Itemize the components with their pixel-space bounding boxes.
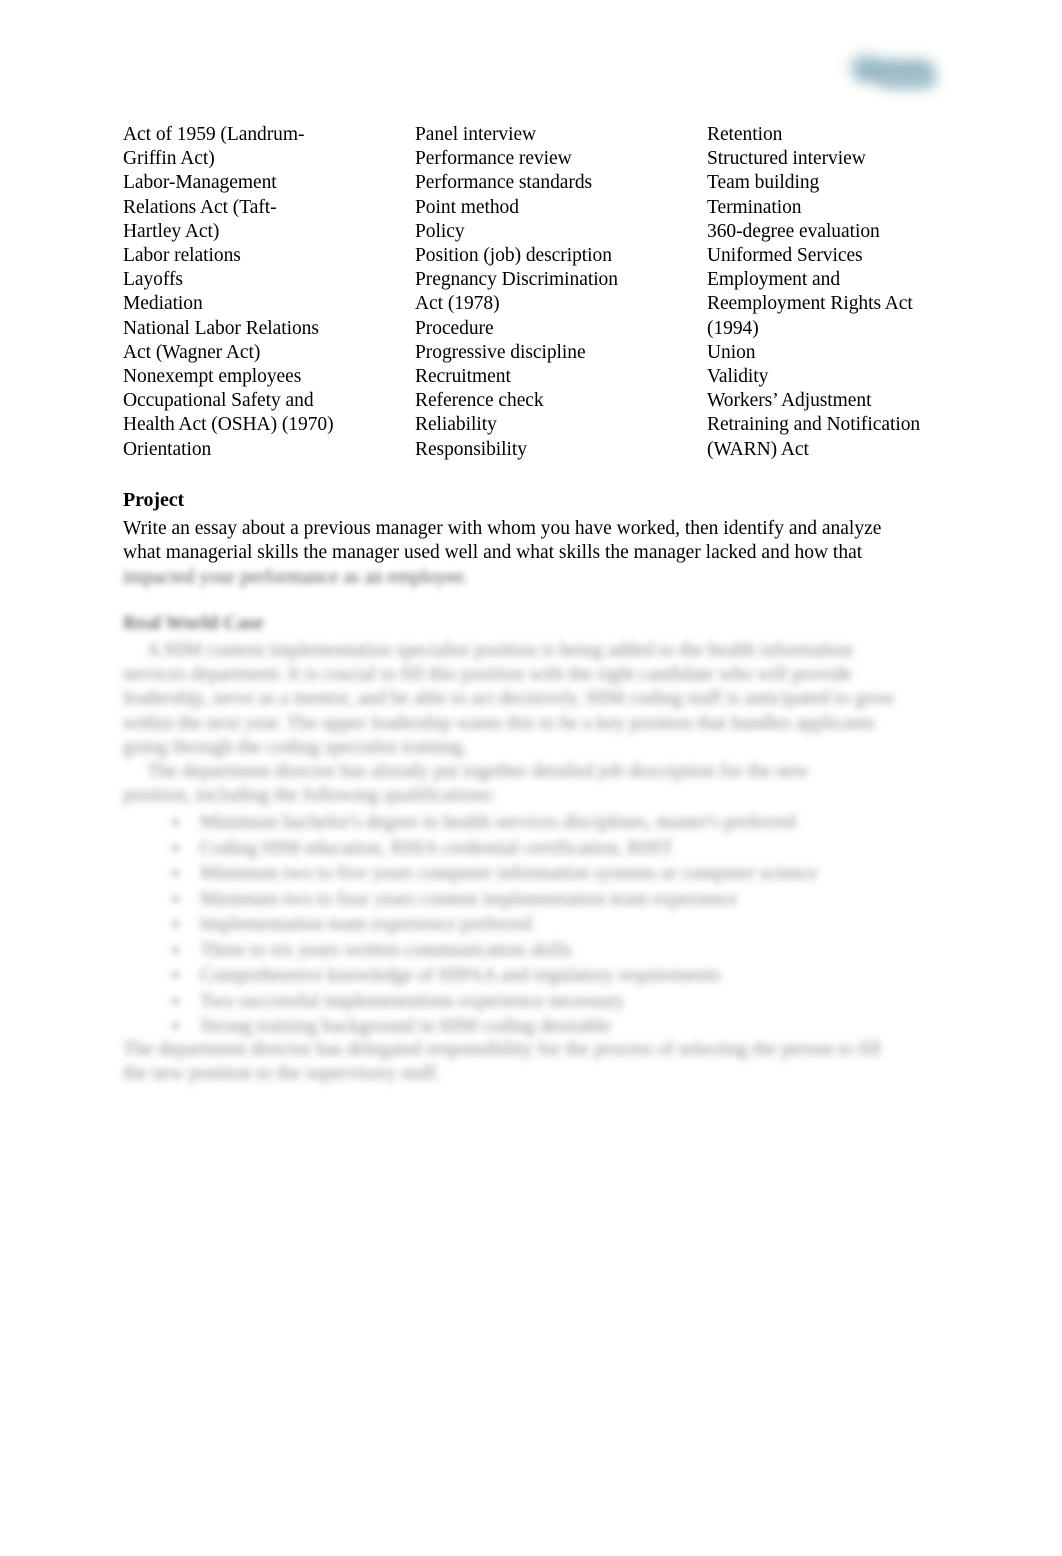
glossary-column-2: Panel interview Performance review Perfo… bbox=[415, 123, 707, 462]
bullet-icon: ▪ bbox=[172, 888, 179, 910]
list-item-label: Two successful implementations experienc… bbox=[200, 990, 625, 1012]
glossary-term: Reemployment Rights Act bbox=[707, 293, 913, 315]
glossary-term: Procedure bbox=[415, 317, 494, 339]
list-item-label: Three to six years written communication… bbox=[200, 939, 572, 961]
bullet-icon: ▪ bbox=[172, 990, 179, 1012]
list-item: ▪ Minimum two to five years computer info… bbox=[148, 861, 948, 887]
list-item: ▪ Coding HIM education, RHIA credential c… bbox=[148, 836, 948, 862]
glossary-term: Progressive discipline bbox=[415, 341, 586, 363]
glossary-term: Griffin Act) bbox=[123, 148, 215, 170]
list-item: ▪ Comprehensive knowledge of HIPAA and re… bbox=[148, 963, 948, 989]
glossary-term: Nonexempt employees bbox=[123, 366, 302, 388]
glossary-term: Validity bbox=[707, 366, 769, 388]
bullet-icon: ▪ bbox=[172, 863, 179, 884]
project-body-line: Write an essay about a previous manager … bbox=[123, 518, 882, 539]
glossary-term: Point method bbox=[415, 196, 519, 218]
glossary-term: Position (job) description bbox=[415, 245, 612, 267]
glossary-term: Mediation bbox=[123, 293, 203, 315]
glossary-term: Hartley Act) bbox=[123, 220, 220, 242]
glossary-term-list: Act of 1959 (Landrum- Griffin Act) Labor… bbox=[123, 123, 953, 462]
glossary-term: Recruitment bbox=[415, 366, 511, 388]
glossary-term: Labor relations bbox=[123, 245, 241, 267]
list-item: ▪ Minimum two to four years content imple… bbox=[148, 887, 948, 913]
project-body-line: what managerial skills the manager used … bbox=[123, 542, 863, 564]
bullet-icon: ▪ bbox=[172, 939, 179, 961]
glossary-term: Union bbox=[707, 341, 756, 363]
case-closing-paragraph: The department director has delegated re… bbox=[123, 1038, 943, 1086]
publisher-logo-watermark bbox=[848, 52, 946, 96]
glossary-term: Performance standards bbox=[415, 172, 593, 194]
bullet-icon: ▪ bbox=[172, 837, 179, 859]
case-paragraph-line: going through the coding specialist trai… bbox=[123, 736, 468, 758]
project-body-line-redacted: impacted your performance as an employee… bbox=[123, 567, 469, 588]
case-paragraph-line: services department. It is crucial to fi… bbox=[123, 664, 852, 686]
glossary-column-1: Act of 1959 (Landrum- Griffin Act) Labor… bbox=[123, 123, 415, 462]
glossary-term: (1994) bbox=[707, 317, 759, 339]
glossary-term: National Labor Relations bbox=[123, 317, 319, 339]
glossary-term: Layoffs bbox=[123, 269, 183, 291]
case-paragraph-line: position, including the following qualif… bbox=[123, 785, 496, 807]
project-heading: Project bbox=[123, 489, 185, 511]
list-item-label: Implementation team experience preferred bbox=[200, 914, 532, 935]
glossary-term: Policy bbox=[415, 220, 465, 242]
glossary-term: Act (Wagner Act) bbox=[123, 341, 261, 363]
case-paragraph-line: the new position to the supervisory staf… bbox=[123, 1063, 441, 1085]
glossary-term: Health Act (OSHA) (1970) bbox=[123, 414, 334, 436]
glossary-term: Act (1978) bbox=[415, 293, 500, 315]
case-paragraph-2: The department director has already put … bbox=[123, 760, 943, 808]
glossary-column-3: Retention Structured interview Team buil… bbox=[707, 123, 953, 462]
case-paragraph-line: within the next year. The upper leadersh… bbox=[123, 712, 875, 734]
list-item: ▪ Minimum bachelor's degree in health ser… bbox=[148, 810, 948, 836]
bullet-icon: ▪ bbox=[172, 914, 179, 935]
glossary-term: Retention bbox=[707, 124, 783, 145]
list-item-label: Coding HIM education, RHIA credential ce… bbox=[200, 837, 674, 859]
list-item-label: Strong training background in HIM coding… bbox=[200, 1016, 611, 1037]
glossary-term: Performance review bbox=[415, 148, 572, 170]
glossary-term: Pregnancy Discrimination bbox=[415, 269, 618, 291]
logo-shape-main bbox=[854, 60, 934, 82]
list-item: ▪ Strong training background in HIM codin… bbox=[148, 1014, 948, 1040]
bullet-icon: ▪ bbox=[172, 812, 179, 833]
glossary-term: Retraining and Notification bbox=[707, 414, 921, 436]
case-paragraph-1: A HIM content implementation specialist … bbox=[123, 639, 943, 760]
glossary-term: Structured interview bbox=[707, 148, 866, 170]
glossary-term: Responsibility bbox=[415, 438, 527, 460]
list-item: ▪ Implementation team experience preferre… bbox=[148, 912, 948, 938]
glossary-term: Reliability bbox=[415, 414, 497, 436]
list-item: ▪ Three to six years written communicatio… bbox=[148, 938, 948, 964]
glossary-term: (WARN) Act bbox=[707, 438, 809, 460]
project-body-text: Write an essay about a previous manager … bbox=[123, 517, 941, 565]
logo-shape-lower bbox=[878, 72, 936, 88]
glossary-term: Reference check bbox=[415, 390, 544, 412]
glossary-term: Team building bbox=[707, 172, 820, 194]
case-section-heading: Real World Case bbox=[123, 613, 264, 634]
glossary-term: Uniformed Services bbox=[707, 245, 863, 267]
glossary-term: Relations Act (Taft- bbox=[123, 196, 277, 218]
glossary-term: Act of 1959 (Landrum- bbox=[123, 124, 305, 145]
case-paragraph-line: A HIM content implementation specialist … bbox=[123, 640, 853, 661]
case-paragraph-line: The department director has already put … bbox=[123, 761, 809, 782]
logo-shape-left bbox=[850, 56, 880, 74]
list-item-label: Minimum bachelor's degree in health serv… bbox=[200, 812, 796, 833]
glossary-term: Employment and bbox=[707, 269, 841, 291]
glossary-term: Labor-Management bbox=[123, 172, 277, 194]
list-item-label: Comprehensive knowledge of HIPAA and reg… bbox=[200, 965, 721, 986]
case-paragraph-line: leadership, serve as a mentor, and be ab… bbox=[123, 688, 895, 710]
bullet-icon: ▪ bbox=[172, 1016, 179, 1037]
glossary-term: Panel interview bbox=[415, 124, 537, 145]
case-qualifications-list: ▪ Minimum bachelor's degree in health ser… bbox=[148, 810, 948, 1040]
bullet-icon: ▪ bbox=[172, 965, 179, 986]
glossary-term: 360-degree evaluation bbox=[707, 220, 880, 242]
glossary-term: Termination bbox=[707, 196, 802, 218]
case-paragraph-line: The department director has delegated re… bbox=[123, 1039, 882, 1060]
list-item-label: Minimum two to four years content implem… bbox=[200, 888, 738, 910]
glossary-term: Occupational Safety and bbox=[123, 390, 314, 412]
glossary-term: Orientation bbox=[123, 438, 212, 460]
list-item: ▪ Two successful implementations experien… bbox=[148, 989, 948, 1015]
list-item-label: Minimum two to five years computer infor… bbox=[200, 863, 818, 884]
glossary-term: Workers’ Adjustment bbox=[707, 390, 872, 412]
